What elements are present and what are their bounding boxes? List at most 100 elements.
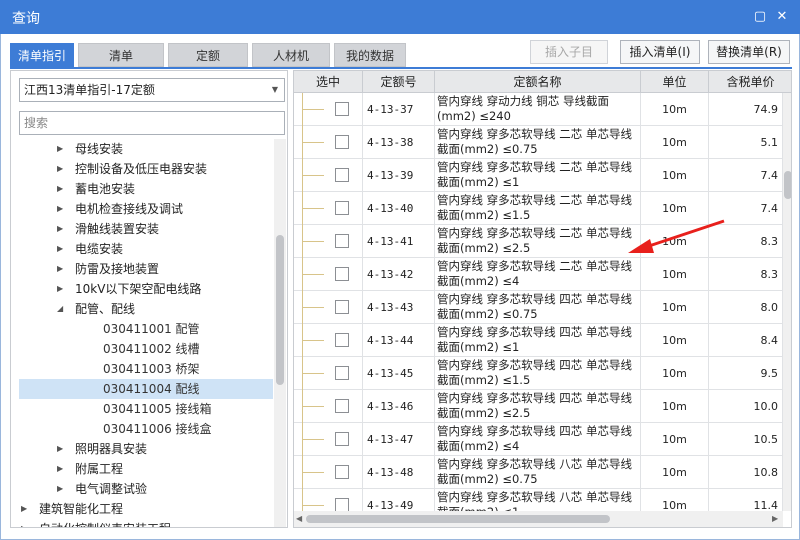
tree-item-label: 控制设备及低压电器安装 (75, 162, 208, 176)
caret-right-icon[interactable]: ▶ (57, 479, 63, 499)
caret-expanded-icon[interactable]: ◢ (57, 299, 63, 319)
table-row[interactable]: 4-13-38 管内穿线 穿多芯软导线 二芯 单芯导线截面(mm2) ≤0.75 1… (294, 126, 783, 159)
row-checkbox[interactable] (335, 168, 349, 182)
select-cell (294, 489, 363, 511)
tree-item[interactable]: 030411001 配管 (19, 319, 273, 339)
caret-right-icon[interactable]: ▶ (57, 219, 63, 239)
tree-connector-horizontal (302, 175, 324, 176)
tree-scrollbar[interactable] (274, 139, 286, 527)
guide-tree: ▶ 母线安装 ▶ 控制设备及低压电器安装 ▶ 蓄电池安装 ▶ 电机检查接线及调试 ▶ 滑触线装置安… (19, 139, 273, 527)
tree-item[interactable]: ▶ 10kV以下架空配电线路 (19, 279, 273, 299)
table-row[interactable]: 4-13-44 管内穿线 穿多芯软导线 四芯 单芯导线截面(mm2) ≤1 10m 8… (294, 324, 783, 357)
tab-materials[interactable]: 人材机 (252, 43, 330, 67)
unit-cell: 10m (641, 159, 709, 192)
close-icon[interactable]: ✕ (774, 9, 790, 25)
caret-right-icon[interactable]: ▶ (57, 259, 63, 279)
table-row[interactable]: 4-13-46 管内穿线 穿多芯软导线 四芯 单芯导线截面(mm2) ≤2.5 10… (294, 390, 783, 423)
replace-list-button[interactable]: 替换清单(R) (708, 40, 790, 64)
table-vertical-scrollbar-thumb[interactable] (784, 171, 791, 199)
scroll-right-icon[interactable]: ▶ (772, 514, 778, 523)
row-checkbox[interactable] (335, 201, 349, 215)
row-checkbox[interactable] (335, 135, 349, 149)
caret-right-icon[interactable]: ▶ (21, 519, 27, 527)
search-input[interactable]: 搜索 (19, 111, 285, 135)
tree-item[interactable]: ▶ 控制设备及低压电器安装 (19, 159, 273, 179)
row-checkbox[interactable] (335, 102, 349, 116)
tab-list[interactable]: 清单 (78, 43, 164, 67)
row-checkbox[interactable] (335, 399, 349, 413)
tree-item[interactable]: ▶ 照明器具安装 (19, 439, 273, 459)
caret-right-icon[interactable]: ▶ (57, 239, 63, 259)
row-checkbox[interactable] (335, 234, 349, 248)
tree-item[interactable]: ◢ 配管、配线 (19, 299, 273, 319)
tree-item[interactable]: ▶ 自动化控制仪表安装工程 (19, 519, 273, 527)
tree-item[interactable]: 030411002 线槽 (19, 339, 273, 359)
caret-right-icon[interactable]: ▶ (57, 139, 63, 159)
row-checkbox[interactable] (335, 465, 349, 479)
column-header-unit[interactable]: 单位 (641, 71, 709, 93)
quota-code-cell: 4-13-43 (363, 291, 435, 324)
tree-item[interactable]: 030411005 接线箱 (19, 399, 273, 419)
table-row[interactable]: 4-13-37 管内穿线 穿动力线 铜芯 导线截面(mm2) ≤240 10m 74.… (294, 93, 783, 126)
row-checkbox[interactable] (335, 432, 349, 446)
select-cell (294, 93, 363, 126)
column-header-name[interactable]: 定额名称 (435, 71, 641, 93)
tree-item[interactable]: ▶ 建筑智能化工程 (19, 499, 273, 519)
tree-scrollbar-thumb[interactable] (276, 235, 284, 385)
caret-right-icon[interactable]: ▶ (57, 199, 63, 219)
table-row[interactable]: 4-13-43 管内穿线 穿多芯软导线 四芯 单芯导线截面(mm2) ≤0.75 1… (294, 291, 783, 324)
tree-item[interactable]: ▶ 蓄电池安装 (19, 179, 273, 199)
tree-item-label: 防雷及接地装置 (75, 262, 160, 276)
column-header-code[interactable]: 定额号 (363, 71, 435, 93)
table-row[interactable]: 4-13-48 管内穿线 穿多芯软导线 八芯 单芯导线截面(mm2) ≤0.75 1… (294, 456, 783, 489)
table-row[interactable]: 4-13-47 管内穿线 穿多芯软导线 四芯 单芯导线截面(mm2) ≤4 10m 1… (294, 423, 783, 456)
table-row[interactable]: 4-13-45 管内穿线 穿多芯软导线 四芯 单芯导线截面(mm2) ≤1.5 10… (294, 357, 783, 390)
caret-right-icon[interactable]: ▶ (57, 279, 63, 299)
tree-item[interactable]: 030411004 配线 (19, 379, 273, 399)
tree-item[interactable]: ▶ 电机检查接线及调试 (19, 199, 273, 219)
tree-connector-horizontal (302, 208, 324, 209)
table-horizontal-scrollbar[interactable]: ◀ ▶ (294, 511, 783, 527)
row-checkbox[interactable] (335, 333, 349, 347)
price-cell: 8.3 (709, 225, 783, 258)
caret-right-icon[interactable]: ▶ (57, 159, 63, 179)
caret-right-icon[interactable]: ▶ (57, 179, 63, 199)
scroll-left-icon[interactable]: ◀ (296, 514, 302, 523)
tree-item[interactable]: ▶ 滑触线装置安装 (19, 219, 273, 239)
price-cell: 10.8 (709, 456, 783, 489)
column-header-select[interactable]: 选中 (294, 71, 363, 93)
quota-name-cell: 管内穿线 穿多芯软导线 二芯 单芯导线截面(mm2) ≤1 (435, 159, 641, 192)
tab-quota[interactable]: 定额 (168, 43, 248, 67)
tree-item-label: 030411004 配线 (103, 382, 200, 396)
caret-right-icon[interactable]: ▶ (21, 499, 27, 519)
table-horizontal-scrollbar-thumb[interactable] (306, 515, 610, 523)
insert-list-button[interactable]: 插入清单(I) (620, 40, 700, 64)
tab-list-guide[interactable]: 清单指引 (10, 43, 74, 67)
insert-child-button[interactable]: 插入子目 (530, 40, 608, 64)
table-row[interactable]: 4-13-39 管内穿线 穿多芯软导线 二芯 单芯导线截面(mm2) ≤1 10m 7… (294, 159, 783, 192)
row-checkbox[interactable] (335, 366, 349, 380)
table-vertical-scrollbar[interactable] (783, 93, 791, 511)
caret-right-icon[interactable]: ▶ (57, 439, 63, 459)
maximize-icon[interactable]: ▢ (752, 9, 768, 25)
tree-item[interactable]: ▶ 附属工程 (19, 459, 273, 479)
row-checkbox[interactable] (335, 267, 349, 281)
table-row[interactable]: 4-13-49管内穿线 穿多芯软导线 八芯 单芯导线截面(mm2) ≤110m1… (294, 489, 783, 511)
tree-item[interactable]: ▶ 防雷及接地装置 (19, 259, 273, 279)
quota-code-cell: 4-13-39 (363, 159, 435, 192)
tree-item[interactable]: ▶ 电缆安装 (19, 239, 273, 259)
table-row[interactable]: 4-13-41 管内穿线 穿多芯软导线 二芯 单芯导线截面(mm2) ≤2.5 10… (294, 225, 783, 258)
caret-right-icon[interactable]: ▶ (57, 459, 63, 479)
tree-item[interactable]: ▶ 电气调整试验 (19, 479, 273, 499)
tree-item[interactable]: 030411003 桥架 (19, 359, 273, 379)
tree-item[interactable]: 030411006 接线盒 (19, 419, 273, 439)
quota-library-select[interactable]: 江西13清单指引-17定额 ▼ (19, 78, 285, 102)
column-header-price[interactable]: 含税单价 (709, 71, 791, 93)
table-row[interactable]: 4-13-40 管内穿线 穿多芯软导线 二芯 单芯导线截面(mm2) ≤1.5 10… (294, 192, 783, 225)
tree-item[interactable]: ▶ 母线安装 (19, 139, 273, 159)
row-checkbox[interactable] (335, 300, 349, 314)
row-checkbox[interactable] (335, 498, 349, 511)
tab-my-data[interactable]: 我的数据 (334, 43, 406, 67)
table-row[interactable]: 4-13-42 管内穿线 穿多芯软导线 二芯 单芯导线截面(mm2) ≤4 10m 8… (294, 258, 783, 291)
unit-cell: 10m (641, 390, 709, 423)
